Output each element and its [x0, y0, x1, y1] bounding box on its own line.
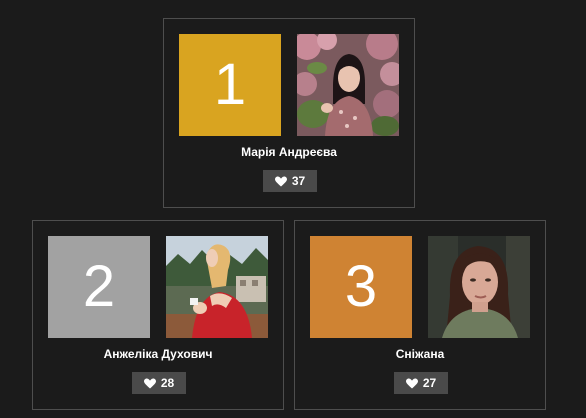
leaderboard-card-third: 3 Сніжана 27 — [294, 220, 546, 410]
rank-badge: 3 — [310, 236, 412, 338]
rank-badge: 2 — [48, 236, 150, 338]
heart-icon — [143, 378, 156, 388]
like-button[interactable]: 27 — [394, 372, 448, 394]
rank-number: 1 — [213, 52, 247, 117]
leaderboard: 1 Марія Андреєва 37 2 Анжеліка Духович 2… — [0, 0, 586, 418]
like-button[interactable]: 28 — [132, 372, 186, 394]
heart-icon — [274, 176, 287, 186]
contestant-name: Сніжана — [395, 347, 445, 361]
contestant-photo[interactable] — [297, 34, 399, 136]
contestant-name: Анжеліка Духович — [103, 347, 213, 361]
like-count: 27 — [422, 376, 437, 390]
like-button[interactable]: 37 — [263, 170, 317, 192]
rank-badge: 1 — [179, 34, 281, 136]
like-count: 28 — [160, 376, 175, 390]
rank-number: 2 — [82, 254, 116, 319]
heart-icon — [405, 378, 418, 388]
leaderboard-card-first: 1 Марія Андреєва 37 — [163, 18, 415, 208]
like-count: 37 — [291, 174, 306, 188]
contestant-photo[interactable] — [428, 236, 530, 338]
contestant-name: Марія Андреєва — [241, 145, 337, 159]
rank-number: 3 — [344, 254, 378, 319]
contestant-photo[interactable] — [166, 236, 268, 338]
leaderboard-card-second: 2 Анжеліка Духович 28 — [32, 220, 284, 410]
